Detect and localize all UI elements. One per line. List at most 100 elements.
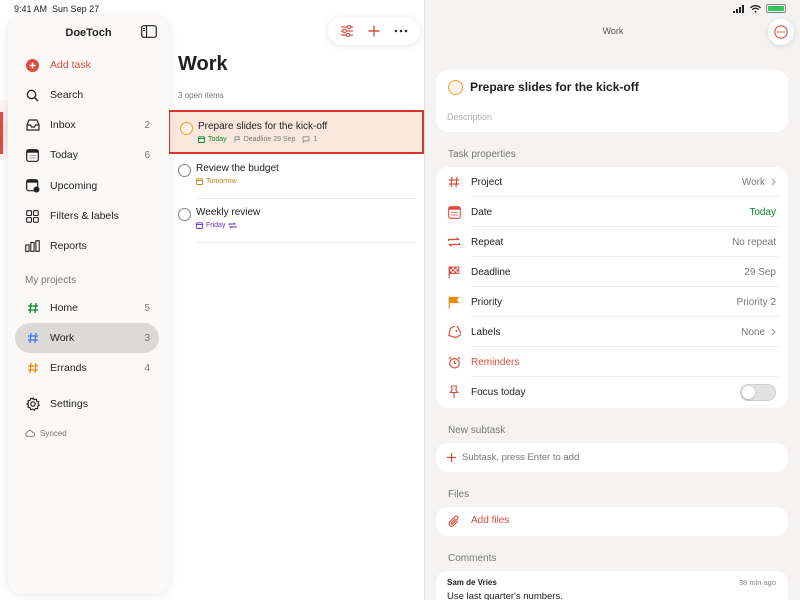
sidebar-item-count: 6 — [144, 149, 150, 161]
comment-card: Sam de Vries 38 min ago Use last quarter… — [436, 571, 788, 600]
comments-heading: Comments — [448, 553, 497, 564]
new-subtask-card — [436, 443, 788, 472]
add-circle-icon — [25, 58, 40, 73]
inbox-icon — [25, 118, 40, 133]
property-repeat[interactable]: Repeat No repeat — [436, 227, 788, 257]
property-label: Priority — [471, 296, 503, 308]
property-reminders[interactable]: Reminders — [436, 347, 788, 377]
sync-status: Synced — [25, 429, 67, 438]
task-row[interactable]: Prepare slides for the kick-off Today De… — [168, 110, 424, 154]
property-value: Priority 2 — [736, 296, 776, 308]
description-field[interactable]: Description — [447, 112, 492, 122]
sidebar-item-search[interactable]: Search — [15, 80, 159, 110]
property-date[interactable]: Date Today — [436, 197, 788, 227]
task-title: Prepare slides for the kick-off — [198, 121, 328, 132]
sidebar-item-label: Filters & labels — [50, 210, 119, 222]
sidebar-item-label: Errands — [50, 362, 87, 374]
task-row[interactable]: Review the budget Tomorrow — [168, 154, 424, 198]
task-checkbox[interactable] — [180, 122, 193, 135]
property-label: Repeat — [471, 236, 504, 248]
property-value: Work — [742, 177, 776, 188]
focus-today-toggle-wrap — [740, 383, 776, 401]
priority-flag-icon — [447, 295, 461, 309]
divider — [196, 242, 416, 243]
plus-icon — [447, 453, 456, 462]
paperclip-icon — [448, 515, 459, 527]
sidebar-item-reports[interactable]: Reports — [15, 231, 159, 261]
status-bar: 9:41 AM Sun Sep 27 — [0, 0, 800, 18]
repeat-icon — [447, 235, 461, 249]
task-checkbox[interactable] — [178, 208, 191, 221]
hashtag-icon — [25, 331, 40, 346]
property-deadline[interactable]: Deadline 29 Sep — [436, 257, 788, 287]
sidebar-item-project-errands[interactable]: Errands 4 — [15, 353, 159, 383]
comment-text: Use last quarter's numbers. — [447, 591, 563, 600]
focus-today-toggle[interactable] — [740, 383, 776, 401]
property-value: None — [741, 327, 776, 338]
subtask-input[interactable] — [462, 452, 762, 463]
calendar-icon — [196, 222, 203, 229]
sidebar-item-upcoming[interactable]: Upcoming — [15, 171, 159, 201]
task-title: Review the budget — [196, 163, 279, 174]
sidebar-item-label: Search — [50, 89, 84, 101]
flag-icon — [234, 136, 240, 143]
sidebar-item-filters-labels[interactable]: Filters & labels — [15, 201, 159, 231]
hashtag-icon — [447, 175, 461, 189]
add-files-card[interactable]: Add files — [436, 507, 788, 536]
add-task-button[interactable]: Add task — [15, 50, 159, 80]
task-title[interactable]: Prepare slides for the kick-off — [470, 80, 639, 94]
open-items-count: 3 open items — [178, 91, 224, 100]
property-value: Today — [749, 206, 776, 218]
detail-more-button[interactable] — [768, 19, 794, 45]
property-priority[interactable]: Priority Priority 2 — [436, 287, 788, 317]
wifi-icon — [750, 4, 761, 13]
property-label: Focus today — [471, 386, 526, 398]
sidebar-item-count: 4 — [144, 362, 150, 374]
sidebar-item-label: Settings — [50, 398, 88, 410]
sidebar-item-today[interactable]: Today 6 — [15, 140, 159, 170]
add-files-label: Add files — [471, 515, 510, 526]
sidebar-item-label: Upcoming — [50, 180, 98, 192]
sidebar-item-label: Inbox — [50, 119, 76, 131]
sidebar-item-project-work[interactable]: Work 3 — [15, 323, 159, 353]
sync-status-label: Synced — [40, 429, 67, 438]
sidebar-item-project-home[interactable]: Home 5 — [15, 293, 159, 323]
more-button[interactable] — [390, 20, 412, 42]
battery-icon — [766, 4, 786, 13]
add-button[interactable] — [363, 20, 385, 42]
sidebar-item-label: Today — [50, 149, 79, 161]
sidebar-item-inbox[interactable]: Inbox 2 — [15, 110, 159, 140]
calendar-icon — [198, 136, 205, 143]
alarm-clock-icon — [447, 355, 461, 369]
status-icons — [733, 4, 786, 13]
sidebar-item-label: Reports — [50, 240, 87, 252]
chevron-right-icon — [771, 178, 776, 186]
plus-icon — [368, 25, 380, 37]
sidebar: DoeToch Add task Search Inbox 2 Today 6 — [8, 16, 169, 594]
checkered-flag-icon — [447, 265, 461, 279]
calendar-icon — [447, 205, 461, 219]
task-meta: Friday — [196, 222, 237, 229]
task-row[interactable]: Weekly review Friday — [168, 198, 424, 242]
task-detail-pane: Work Prepare slides for the kick-off Des… — [426, 0, 800, 600]
sidebar-item-label: Home — [50, 302, 79, 314]
repeat-icon — [229, 222, 237, 229]
sidebar-toggle-button[interactable] — [141, 25, 159, 41]
pin-icon — [447, 385, 461, 399]
task-complete-checkbox[interactable] — [448, 80, 463, 95]
sidebar-item-settings[interactable]: Settings — [15, 389, 159, 419]
detail-project-title: Work — [602, 26, 624, 36]
property-label: Date — [471, 206, 493, 218]
properties-heading: Task properties — [448, 149, 516, 160]
ellipsis-icon — [394, 29, 407, 33]
property-value: No repeat — [732, 236, 776, 248]
calendar-today-icon — [25, 148, 40, 163]
view-options-button[interactable] — [336, 20, 358, 42]
property-project[interactable]: Project Work — [436, 167, 788, 197]
property-labels[interactable]: Labels None — [436, 317, 788, 347]
tag-icon — [447, 325, 461, 339]
task-date: Today — [208, 136, 227, 143]
calendar-upcoming-icon — [25, 179, 40, 194]
task-title: Weekly review — [196, 207, 261, 218]
task-checkbox[interactable] — [178, 164, 191, 177]
